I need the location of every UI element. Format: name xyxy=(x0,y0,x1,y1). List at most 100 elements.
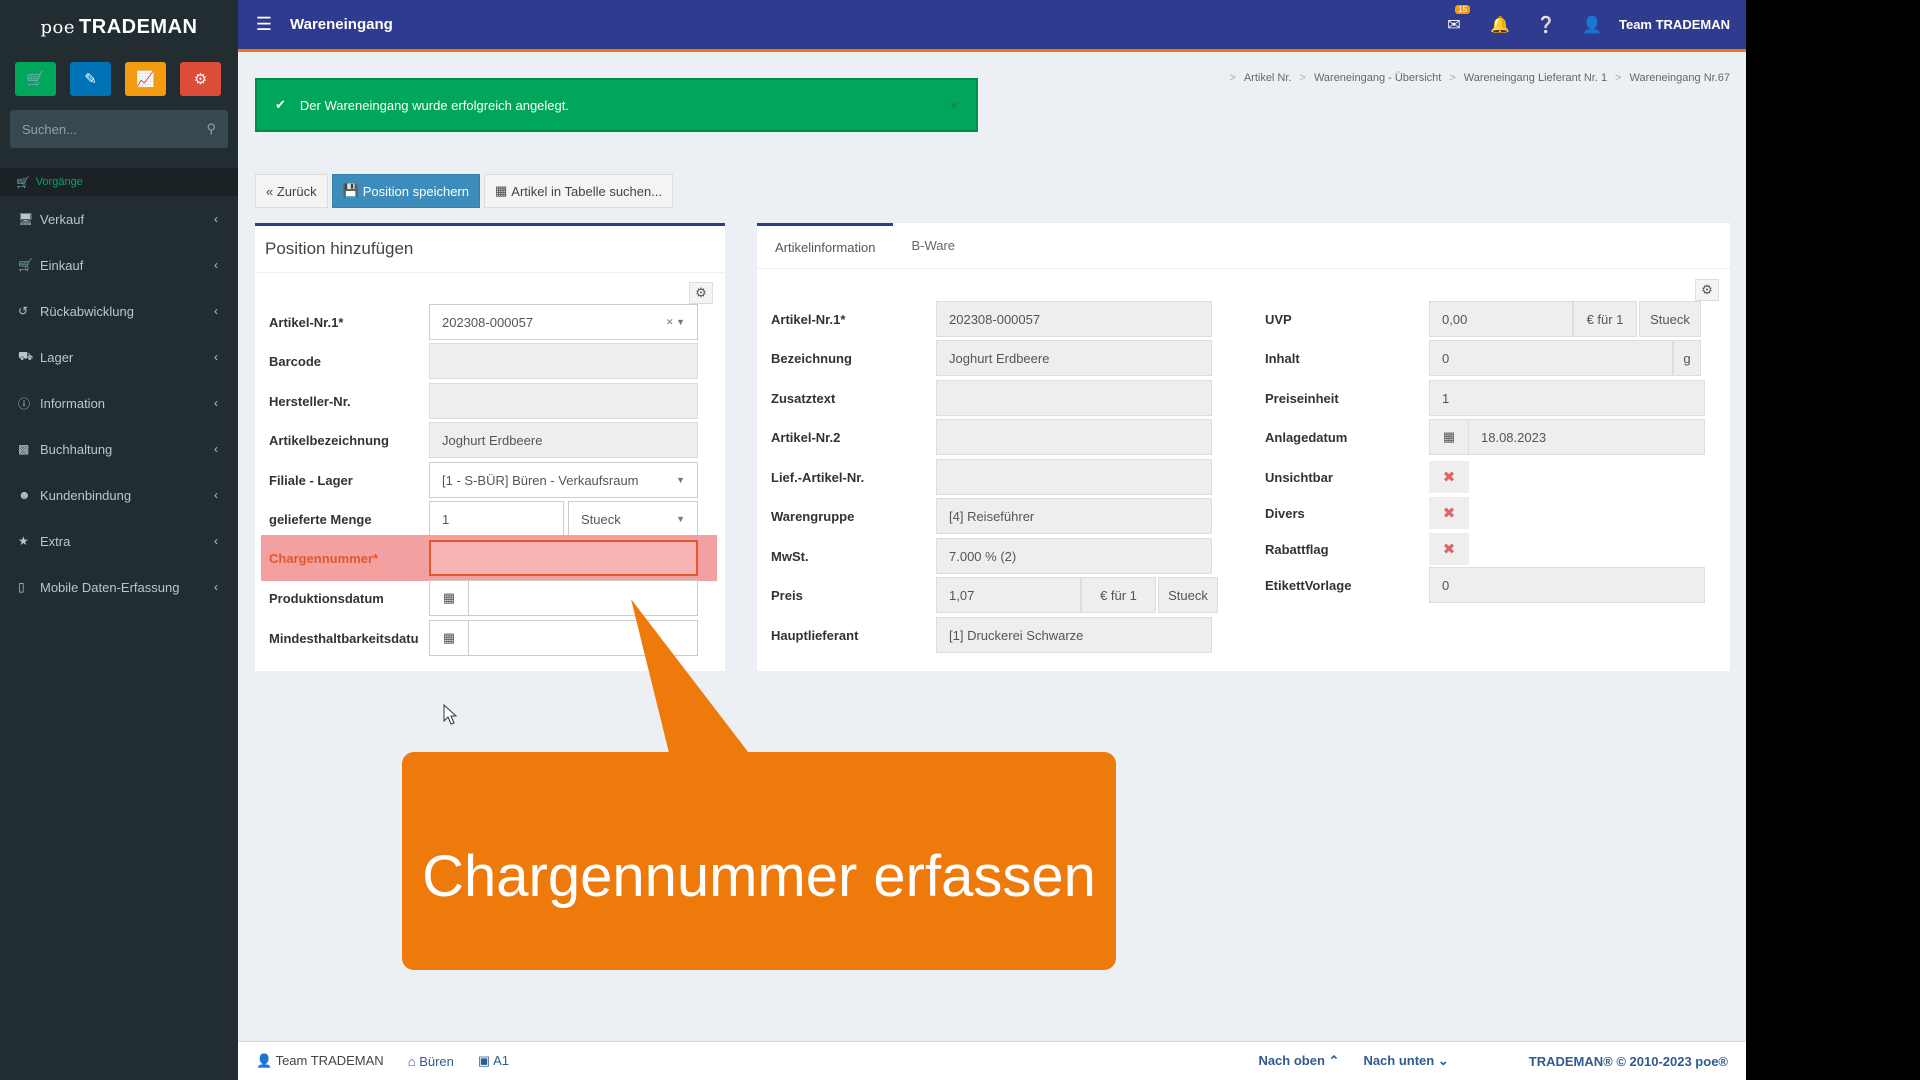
field-label: Filiale - Lager xyxy=(269,472,353,488)
chevron-left-icon: ‹ xyxy=(214,212,218,226)
breadcrumb-item[interactable]: Wareneingang - Übersicht xyxy=(1314,72,1441,84)
sidebar-item-verkauf[interactable]: 🖥 Verkauf ‹ xyxy=(0,196,238,242)
field-label: Rabattflag xyxy=(1265,541,1329,557)
user-name[interactable]: Team TRADEMAN xyxy=(1615,17,1746,32)
chargennummer-input[interactable] xyxy=(429,540,698,576)
field-label: Anlagedatum xyxy=(1265,429,1348,445)
menge-input[interactable]: 1 xyxy=(429,501,564,537)
row-r-divers: Divers ✖ xyxy=(1265,495,1469,531)
search-icon[interactable]: ⚲ xyxy=(206,121,216,137)
save-position-button[interactable]: 💾 Position speichern xyxy=(331,174,480,208)
cogs-icon: ⚙ xyxy=(1701,282,1713,297)
breadcrumb-item[interactable]: Artikel Nr. xyxy=(1244,72,1292,84)
row-r-anlage: Anlagedatum ▦ 18.08.2023 xyxy=(1265,419,1705,455)
produktionsdatum-calendar-button[interactable]: ▦ xyxy=(429,580,469,616)
row-r-artikel-nr: Artikel-Nr.1* 202308-000057 xyxy=(771,301,1212,337)
home-icon: ⌂ xyxy=(407,1053,416,1069)
chevron-left-icon: ‹ xyxy=(214,442,218,456)
einheit-select[interactable]: Stueck ▼ xyxy=(568,501,698,537)
sidebar-item-einkauf[interactable]: 🛒 Einkauf ‹ xyxy=(0,242,238,288)
logo[interactable]: poe TRADEMAN xyxy=(0,0,238,54)
sidebar-item-kundenbindung[interactable]: ☻ Kundenbindung ‹ xyxy=(0,472,238,518)
search-article-button[interactable]: ▦ Artikel in Tabelle suchen... xyxy=(484,174,674,208)
field-label: MwSt. xyxy=(771,548,809,564)
breadcrumb-separator: > xyxy=(1449,72,1456,84)
panel-settings-button[interactable]: ⚙ xyxy=(689,282,713,304)
mouse-cursor-icon xyxy=(443,704,458,725)
help-button[interactable]: ❔ xyxy=(1523,15,1569,35)
scroll-bottom-link[interactable]: Nach unten ⌄ xyxy=(1363,1053,1448,1069)
sidebar-item-extra[interactable]: ★ Extra ‹ xyxy=(0,518,238,564)
quick-cart-button[interactable]: 🛒 xyxy=(15,62,56,96)
sidebar-item-lager[interactable]: ⛟ Lager ‹ xyxy=(0,334,238,380)
user-button[interactable]: 👤 xyxy=(1569,15,1615,35)
sidebar-item-rueckabwicklung[interactable]: ↺ Rückabwicklung ‹ xyxy=(0,288,238,334)
field-label: Warengruppe xyxy=(771,508,855,524)
app-window: poe TRADEMAN 🛒 ✎ 📈 ⚙ ⚲ 🛒 Vorgänge 🖥 Verka… xyxy=(0,0,1746,1080)
sidebar-item-information[interactable]: ⓘ Information ‹ xyxy=(0,380,238,426)
close-icon[interactable]: × xyxy=(950,97,958,113)
search-input[interactable] xyxy=(22,121,182,137)
sidebar-search: ⚲ xyxy=(10,110,228,148)
success-alert: ✔ Der Wareneingang wurde erfolgreich ang… xyxy=(255,78,978,132)
row-r-mwst: MwSt. 7.000 % (2) xyxy=(771,538,1212,574)
sidebar-item-label: Verkauf xyxy=(40,211,85,227)
breadcrumb-item[interactable]: Wareneingang Lieferant Nr. 1 xyxy=(1464,72,1607,84)
user-icon: 👤 xyxy=(256,1053,273,1068)
breadcrumb-item: Wareneingang Nr.67 xyxy=(1629,72,1731,84)
footer-location[interactable]: ⌂ Büren xyxy=(408,1054,454,1069)
clear-chevron-icon[interactable]: ✕ ▼ xyxy=(666,317,685,328)
field-label: Artikel-Nr.2 xyxy=(771,429,841,445)
row-r-inhalt: Inhalt 0 g xyxy=(1265,340,1701,376)
einheit-value: Stueck xyxy=(581,511,621,527)
save-icon: 💾 xyxy=(342,183,359,198)
artikel-nr-select[interactable]: 202308-000057 ✕ ▼ xyxy=(429,304,698,340)
bell-icon: 🔔 xyxy=(1490,16,1510,34)
mail-badge: 15 xyxy=(1455,4,1470,14)
notifications-button[interactable]: 🔔 xyxy=(1477,15,1523,35)
pencil-icon: ✎ xyxy=(84,71,97,88)
back-button[interactable]: « Zurück xyxy=(255,174,328,208)
menu-toggle-icon[interactable]: ☰ xyxy=(238,14,290,35)
sidebar-item-mobile[interactable]: ▯ Mobile Daten-Erfassung ‹ xyxy=(0,564,238,610)
sidebar-item-label: Buchhaltung xyxy=(40,441,113,457)
quick-chart-button[interactable]: 📈 xyxy=(125,62,166,96)
r-etikett-field: 0 xyxy=(1429,567,1705,603)
scroll-top-link[interactable]: Nach oben ⌃ xyxy=(1258,1053,1339,1069)
chevron-down-icon: ▼ xyxy=(676,475,685,485)
panel-settings-button[interactable]: ⚙ xyxy=(1695,279,1719,301)
field-label: Barcode xyxy=(269,353,322,369)
filiale-select[interactable]: [1 - S-BÜR] Büren - Verkaufsraum ▼ xyxy=(429,462,698,498)
save-position-label: Position speichern xyxy=(362,183,469,199)
mail-icon: ✉ xyxy=(1447,16,1461,34)
row-r-bezeichnung: Bezeichnung Joghurt Erdbeere xyxy=(771,340,1212,376)
field-label: Artikel-Nr.1* xyxy=(269,314,344,330)
chevron-left-icon: ‹ xyxy=(214,534,218,548)
r-inhalt-field: 0 xyxy=(1429,340,1673,376)
r-artikel-nr-field: 202308-000057 xyxy=(936,301,1212,337)
row-artikel-nr: Artikel-Nr.1* 202308-000057 ✕ ▼ xyxy=(269,304,698,340)
undo-icon: ↺ xyxy=(18,304,29,318)
row-r-unsichtbar: Unsichtbar ✖ xyxy=(1265,459,1469,495)
chevron-down-icon: ▼ xyxy=(676,514,685,524)
footer: 👤 Team TRADEMAN ⌂ Büren ▣ A1 Nach oben ⌃… xyxy=(238,1041,1746,1080)
quick-edit-button[interactable]: ✎ xyxy=(70,62,111,96)
article-info-panel: Artikelinformation B-Ware ⚙ Artikel-Nr.1… xyxy=(757,223,1730,671)
logo-poe: poe xyxy=(40,16,76,38)
letterbox-bar xyxy=(1746,0,1920,1080)
quick-actions: 🛒 ✎ 📈 ⚙ xyxy=(0,54,238,96)
mhd-calendar-button[interactable]: ▦ xyxy=(429,620,469,656)
sidebar-item-buchhaltung[interactable]: ▩ Buchhaltung ‹ xyxy=(0,426,238,472)
quick-settings-button[interactable]: ⚙ xyxy=(180,62,221,96)
callout-text: Chargennummer erfassen xyxy=(422,843,1096,909)
field-label: Mindesthaltbarkeitsdatu xyxy=(269,630,419,646)
field-label: Chargennummer* xyxy=(269,550,379,566)
row-r-nr2: Artikel-Nr.2 xyxy=(771,419,1212,455)
field-label: Artikelbezeichnung xyxy=(269,432,389,448)
tab-artikelinformation[interactable]: Artikelinformation xyxy=(757,223,894,268)
row-r-uvp: UVP 0,00 € für 1 Stueck xyxy=(1265,301,1701,337)
mail-button[interactable]: ✉ 15 xyxy=(1431,4,1477,35)
r-anlage-calendar: ▦ xyxy=(1429,419,1469,455)
tab-b-ware[interactable]: B-Ware xyxy=(893,223,973,268)
footer-station[interactable]: ▣ A1 xyxy=(478,1053,509,1069)
